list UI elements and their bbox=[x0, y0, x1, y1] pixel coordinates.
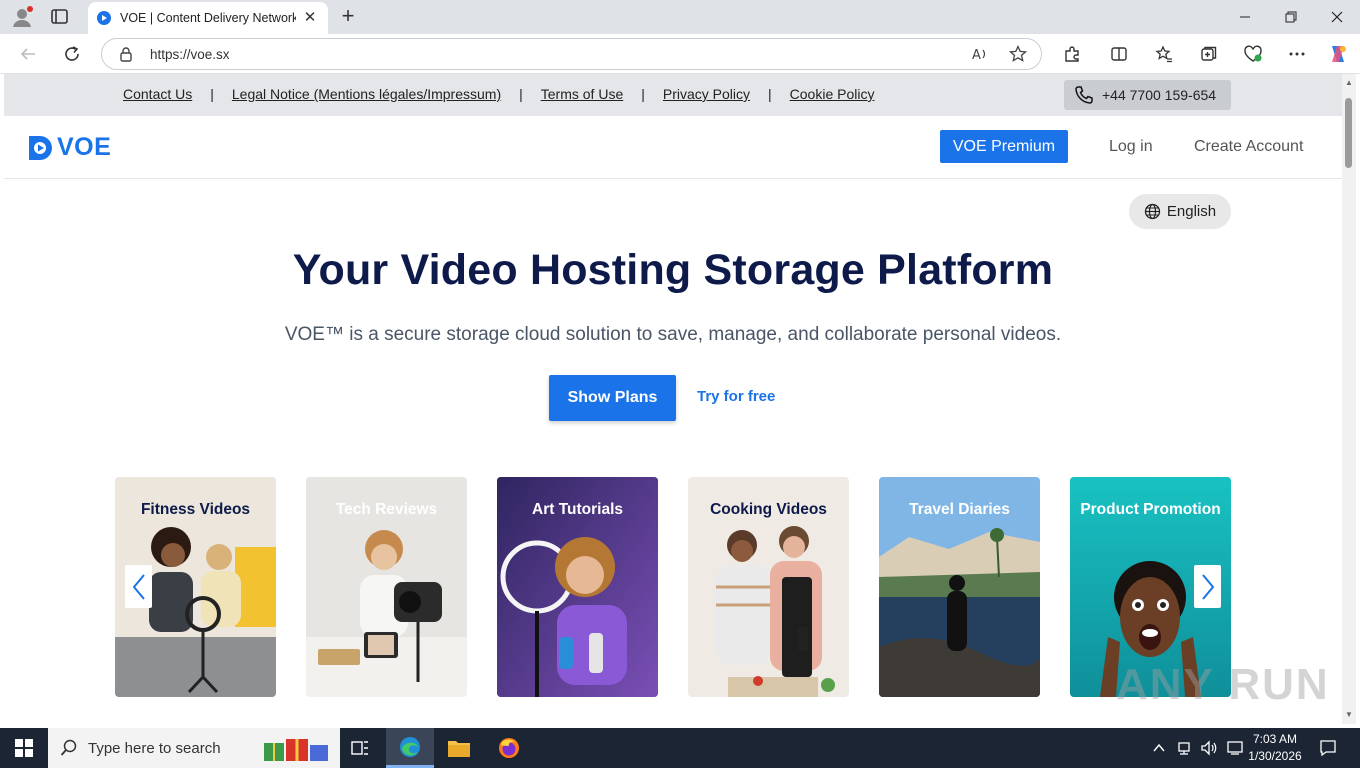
clock-date: 1/30/2026 bbox=[1248, 749, 1302, 763]
more-options-icon[interactable] bbox=[1286, 43, 1308, 65]
link-separator: | bbox=[519, 86, 523, 102]
tab-title: VOE | Content Delivery Network ( bbox=[120, 11, 296, 25]
privacy-policy-link[interactable]: Privacy Policy bbox=[663, 86, 750, 102]
tab-voe[interactable]: VOE | Content Delivery Network ( ✕ bbox=[88, 2, 328, 34]
firefox-taskbar-button[interactable] bbox=[485, 728, 533, 768]
notifications-button[interactable] bbox=[1306, 728, 1350, 768]
start-button[interactable] bbox=[0, 728, 48, 768]
address-bar[interactable]: https://voe.sx A bbox=[101, 38, 1042, 70]
top-info-bar: Contact Us | Legal Notice (Mentions léga… bbox=[4, 74, 1342, 116]
card-label: Cooking Videos bbox=[710, 501, 827, 518]
favorites-icon[interactable] bbox=[1153, 43, 1175, 65]
tab-close-icon[interactable]: ✕ bbox=[302, 10, 318, 26]
collections-icon[interactable] bbox=[1198, 43, 1220, 65]
anyrun-watermark: ANY RUN bbox=[1116, 660, 1330, 709]
language-selector[interactable]: English bbox=[1129, 194, 1231, 229]
create-account-link[interactable]: Create Account bbox=[1194, 138, 1303, 156]
copilot-icon[interactable] bbox=[1327, 43, 1349, 65]
edge-icon bbox=[400, 736, 420, 757]
extensions-icon[interactable] bbox=[1061, 43, 1083, 65]
browser-essentials-icon[interactable] bbox=[1242, 43, 1264, 65]
gifts-icon bbox=[264, 739, 328, 761]
card-label: Art Tutorials bbox=[532, 501, 623, 518]
chevron-left-icon bbox=[132, 573, 145, 600]
carousel-next-button[interactable] bbox=[1194, 565, 1221, 608]
file-explorer-button[interactable] bbox=[435, 728, 483, 768]
page-scrollbar[interactable]: ▲ ▼ bbox=[1342, 74, 1356, 724]
card-label: Fitness Videos bbox=[140, 501, 251, 518]
phone-number: +44 7700 159-654 bbox=[1102, 87, 1217, 103]
new-tab-icon[interactable]: + bbox=[338, 5, 358, 27]
cookie-policy-link[interactable]: Cookie Policy bbox=[790, 86, 875, 102]
card-label: Product Promotion bbox=[1080, 501, 1221, 518]
back-icon[interactable] bbox=[17, 43, 39, 65]
phone-button[interactable]: +44 7700 159-654 bbox=[1064, 80, 1231, 110]
split-screen-icon[interactable] bbox=[1108, 43, 1130, 65]
phone-icon bbox=[1075, 86, 1093, 104]
search-placeholder: Type here to search bbox=[88, 739, 221, 757]
profile-icon[interactable] bbox=[10, 5, 34, 29]
read-aloud-icon[interactable]: A bbox=[971, 45, 989, 63]
tab-actions-icon[interactable] bbox=[50, 8, 70, 26]
windows-taskbar: Type here to search 7:03 AM 1/30/2026 bbox=[0, 728, 1360, 768]
card-travel-diaries[interactable]: Travel Diaries bbox=[879, 477, 1040, 697]
hero-subtitle: VOE™ is a secure storage cloud solution … bbox=[284, 324, 1062, 345]
card-art-tutorials[interactable]: Art Tutorials bbox=[497, 477, 658, 697]
system-tray bbox=[1152, 728, 1244, 768]
chevron-up-icon[interactable] bbox=[1152, 741, 1166, 755]
firefox-icon bbox=[499, 738, 519, 758]
login-link[interactable]: Log in bbox=[1109, 138, 1153, 156]
voe-favicon-icon bbox=[96, 10, 112, 26]
restore-icon[interactable] bbox=[1268, 0, 1314, 34]
scroll-thumb[interactable] bbox=[1345, 98, 1352, 168]
notification-icon bbox=[1320, 740, 1336, 757]
main-navbar: VOE VOE Premium Log in Create Account bbox=[4, 116, 1342, 179]
voe-premium-button[interactable]: VOE Premium bbox=[940, 130, 1068, 163]
volume-icon[interactable] bbox=[1200, 740, 1218, 756]
url-text[interactable]: https://voe.sx bbox=[150, 47, 230, 62]
footer-links: Contact Us | Legal Notice (Mentions léga… bbox=[123, 86, 874, 102]
system-clock[interactable]: 7:03 AM 1/30/2026 bbox=[1240, 731, 1310, 765]
link-separator: | bbox=[641, 86, 645, 102]
page-viewport: Contact Us | Legal Notice (Mentions léga… bbox=[4, 74, 1342, 724]
voe-logo-icon bbox=[29, 135, 52, 160]
browser-toolbar: https://voe.sx A bbox=[0, 34, 1360, 74]
close-window-icon[interactable] bbox=[1314, 0, 1360, 34]
scroll-down-icon[interactable]: ▼ bbox=[1344, 710, 1354, 720]
search-icon bbox=[60, 739, 77, 756]
lock-icon[interactable] bbox=[118, 46, 134, 62]
chevron-right-icon bbox=[1201, 573, 1214, 600]
card-tech-reviews[interactable]: Tech Reviews bbox=[306, 477, 467, 697]
hero-title: Your Video Hosting Storage Platform bbox=[292, 246, 1054, 294]
clock-time: 7:03 AM bbox=[1252, 732, 1298, 746]
link-separator: | bbox=[768, 86, 772, 102]
contact-us-link[interactable]: Contact Us bbox=[123, 86, 192, 102]
taskbar-search[interactable]: Type here to search bbox=[48, 728, 340, 768]
folder-icon bbox=[448, 741, 470, 757]
card-label: Tech Reviews bbox=[335, 501, 438, 518]
voe-logo[interactable]: VOE bbox=[27, 133, 111, 162]
terms-of-use-link[interactable]: Terms of Use bbox=[541, 86, 623, 102]
card-label: Travel Diaries bbox=[909, 501, 1010, 518]
link-separator: | bbox=[210, 86, 214, 102]
logo-text: VOE bbox=[57, 133, 112, 161]
svg-text:A: A bbox=[972, 48, 981, 63]
task-view-icon bbox=[351, 741, 368, 755]
minimize-icon[interactable] bbox=[1222, 0, 1268, 34]
favorite-star-icon[interactable] bbox=[1008, 44, 1028, 63]
browser-tab-bar: VOE | Content Delivery Network ( ✕ + bbox=[0, 0, 1360, 34]
globe-icon bbox=[1144, 203, 1161, 220]
task-view-button[interactable] bbox=[336, 728, 384, 768]
show-plans-button[interactable]: Show Plans bbox=[549, 375, 676, 421]
windows-logo-icon bbox=[15, 739, 33, 757]
legal-notice-link[interactable]: Legal Notice (Mentions légales/Impressum… bbox=[232, 86, 501, 102]
language-label: English bbox=[1166, 203, 1217, 220]
refresh-icon[interactable] bbox=[61, 43, 83, 65]
edge-taskbar-button[interactable] bbox=[386, 728, 434, 768]
scroll-up-icon[interactable]: ▲ bbox=[1344, 78, 1354, 88]
network-icon[interactable] bbox=[1176, 740, 1192, 756]
try-for-free-link[interactable]: Try for free bbox=[697, 388, 775, 405]
carousel-prev-button[interactable] bbox=[125, 565, 152, 608]
card-cooking-videos[interactable]: Cooking Videos bbox=[688, 477, 849, 697]
